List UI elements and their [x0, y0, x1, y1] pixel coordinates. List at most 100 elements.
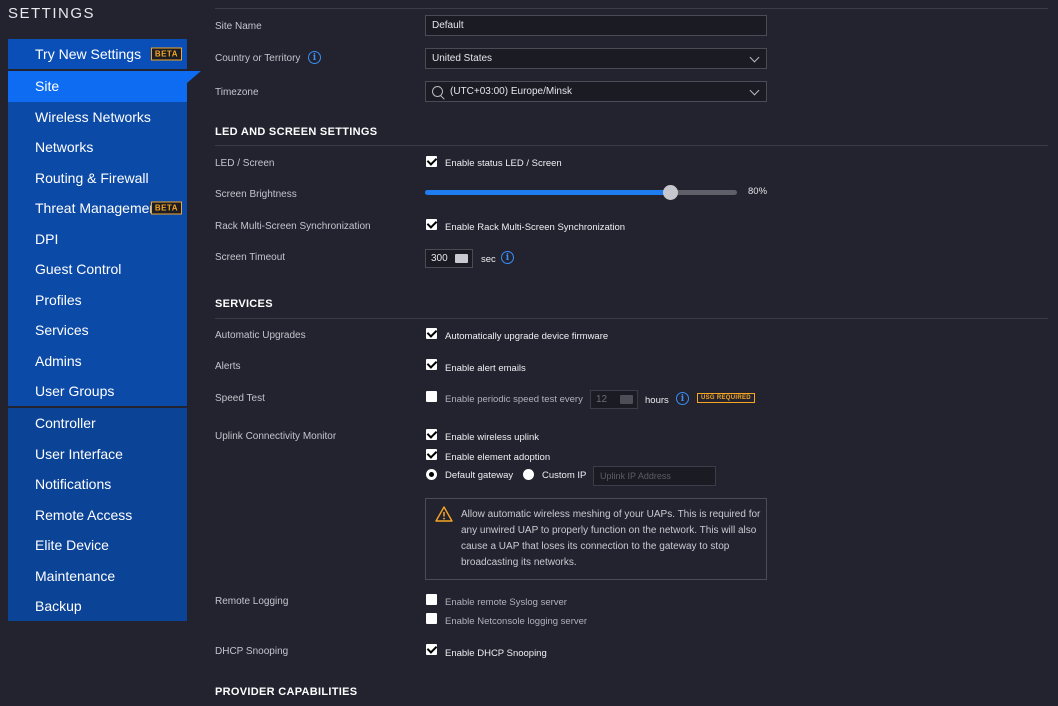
- wireless-uplink-checkbox[interactable]: [426, 429, 437, 440]
- beta-badge: BETA: [150, 47, 182, 61]
- sidebar-title: SETTINGS: [8, 5, 96, 22]
- sidebar-item-routing-firewall[interactable]: Routing & Firewall: [8, 163, 187, 194]
- slider-fill: [425, 190, 670, 195]
- sidebar-item-label: Wireless Networks: [35, 108, 151, 125]
- netconsole-checkbox[interactable]: [426, 613, 437, 624]
- wireless-uplink-option-label: Enable wireless uplink: [445, 432, 539, 443]
- syslog-checkbox[interactable]: [426, 594, 437, 605]
- sidebar-item-label: User Interface: [35, 445, 123, 462]
- led-section-title: LED AND SCREEN SETTINGS: [215, 126, 378, 138]
- divider: [215, 8, 1048, 9]
- screen-timeout-unit: sec: [481, 254, 496, 265]
- site-settings-panel: Site Name Default Country or Territory i…: [207, 0, 1058, 706]
- sidebar-item-label: Backup: [35, 598, 82, 615]
- brightness-value: 80%: [748, 186, 768, 197]
- sidebar-item-label: Services: [35, 322, 89, 339]
- sidebar-item-user-groups[interactable]: User Groups: [8, 376, 187, 407]
- sidebar-item-label: Elite Device: [35, 537, 109, 554]
- alerts-checkbox[interactable]: [426, 359, 437, 370]
- auto-upgrades-checkbox[interactable]: [426, 328, 437, 339]
- screen-timeout-value: 300: [431, 253, 448, 264]
- rack-sync-option-label: Enable Rack Multi-Screen Synchronization: [445, 222, 626, 233]
- country-value: United States: [432, 53, 493, 64]
- site-name-value: Default: [432, 20, 464, 31]
- speed-test-unit: hours: [645, 395, 669, 406]
- sidebar-item-label: Notifications: [35, 476, 112, 493]
- speed-test-interval-stepper[interactable]: 12: [590, 390, 638, 409]
- sidebar-item-remote-access[interactable]: Remote Access: [8, 500, 187, 531]
- spinner-icon[interactable]: [620, 395, 633, 404]
- brightness-slider[interactable]: [425, 185, 737, 200]
- uplink-monitor-label: Uplink Connectivity Monitor: [215, 431, 337, 442]
- search-icon: [432, 86, 443, 97]
- remote-logging-label: Remote Logging: [215, 596, 289, 607]
- auto-upgrades-option-label: Automatically upgrade device firmware: [445, 331, 609, 342]
- sidebar-item-guest-control[interactable]: Guest Control: [8, 254, 187, 285]
- timezone-label: Timezone: [215, 87, 259, 98]
- chevron-down-icon: [749, 85, 760, 96]
- speed-test-checkbox[interactable]: [426, 391, 437, 402]
- sidebar-group-controller: Controller User Interface Notifications …: [8, 408, 187, 621]
- led-screen-option-label: Enable status LED / Screen: [445, 158, 562, 169]
- default-gateway-label: Default gateway: [445, 470, 514, 481]
- provider-section-title: PROVIDER CAPABILITIES: [215, 686, 358, 698]
- sidebar-item-wireless-networks[interactable]: Wireless Networks: [8, 102, 187, 133]
- custom-ip-radio[interactable]: [523, 469, 534, 480]
- uplink-ip-input[interactable]: Uplink IP Address: [593, 466, 716, 486]
- sidebar-item-profiles[interactable]: Profiles: [8, 285, 187, 316]
- screen-timeout-stepper[interactable]: 300: [425, 249, 473, 268]
- default-gateway-radio[interactable]: [426, 469, 437, 480]
- timezone-value: (UTC+03:00) Europe/Minsk: [450, 86, 572, 97]
- sidebar-item-maintenance[interactable]: Maintenance: [8, 561, 187, 592]
- warning-icon: [435, 506, 453, 522]
- sidebar-item-label: DPI: [35, 230, 59, 247]
- sidebar-item-user-interface[interactable]: User Interface: [8, 439, 187, 470]
- sidebar-item-label: Try New Settings: [35, 46, 142, 62]
- info-icon[interactable]: i: [676, 392, 689, 405]
- alerts-option-label: Enable alert emails: [445, 363, 526, 374]
- sidebar-item-notifications[interactable]: Notifications: [8, 469, 187, 500]
- sidebar-item-services[interactable]: Services: [8, 315, 187, 346]
- slider-handle[interactable]: [662, 185, 678, 200]
- led-screen-checkbox[interactable]: [426, 156, 437, 167]
- dhcp-snooping-checkbox[interactable]: [426, 644, 437, 655]
- country-select[interactable]: United States: [425, 48, 767, 69]
- sidebar-item-admins[interactable]: Admins: [8, 346, 187, 377]
- sidebar-item-controller[interactable]: Controller: [8, 408, 187, 439]
- sidebar-item-label: Admins: [35, 352, 82, 369]
- sidebar-item-networks[interactable]: Networks: [8, 132, 187, 163]
- sidebar-item-threat-management[interactable]: Threat Management BETA: [8, 193, 187, 224]
- element-adoption-checkbox[interactable]: [426, 449, 437, 460]
- beta-badge: BETA: [150, 201, 182, 215]
- info-icon[interactable]: i: [308, 51, 321, 64]
- sidebar-group-site: Site Wireless Networks Networks Routing …: [8, 71, 201, 407]
- active-indicator: [187, 71, 201, 83]
- info-icon[interactable]: i: [501, 251, 514, 264]
- element-adoption-option-label: Enable element adoption: [445, 452, 551, 463]
- spinner-icon[interactable]: [455, 254, 468, 263]
- speed-test-label: Speed Test: [215, 393, 265, 404]
- sidebar-item-label: Guest Control: [35, 261, 122, 278]
- rack-sync-checkbox[interactable]: [426, 219, 437, 230]
- sidebar-item-dpi[interactable]: DPI: [8, 224, 187, 255]
- uplink-ip-placeholder: Uplink IP Address: [600, 471, 671, 481]
- divider: [215, 145, 1048, 146]
- services-section-title: SERVICES: [215, 298, 273, 310]
- sidebar-item-label: Maintenance: [35, 567, 116, 584]
- speed-test-option-label: Enable periodic speed test every: [445, 394, 583, 405]
- brightness-label: Screen Brightness: [215, 189, 297, 200]
- sidebar-item-try-new-settings[interactable]: Try New Settings BETA: [8, 39, 187, 69]
- timezone-select[interactable]: (UTC+03:00) Europe/Minsk: [425, 81, 767, 102]
- netconsole-option-label: Enable Netconsole logging server: [445, 616, 588, 627]
- sidebar-item-site[interactable]: Site: [8, 71, 201, 102]
- dhcp-snooping-option-label: Enable DHCP Snooping: [445, 648, 547, 659]
- sidebar-item-backup[interactable]: Backup: [8, 591, 187, 622]
- usg-required-badge: USG REQUIRED: [697, 393, 755, 403]
- screen-timeout-label: Screen Timeout: [215, 252, 286, 263]
- site-name-input[interactable]: Default: [425, 15, 767, 36]
- sidebar-item-elite-device[interactable]: Elite Device: [8, 530, 187, 561]
- dhcp-snooping-label: DHCP Snooping: [215, 646, 289, 657]
- sidebar-item-label: Networks: [35, 139, 94, 156]
- sidebar-item-label: Profiles: [35, 291, 82, 308]
- sidebar-item-label: Remote Access: [35, 506, 133, 523]
